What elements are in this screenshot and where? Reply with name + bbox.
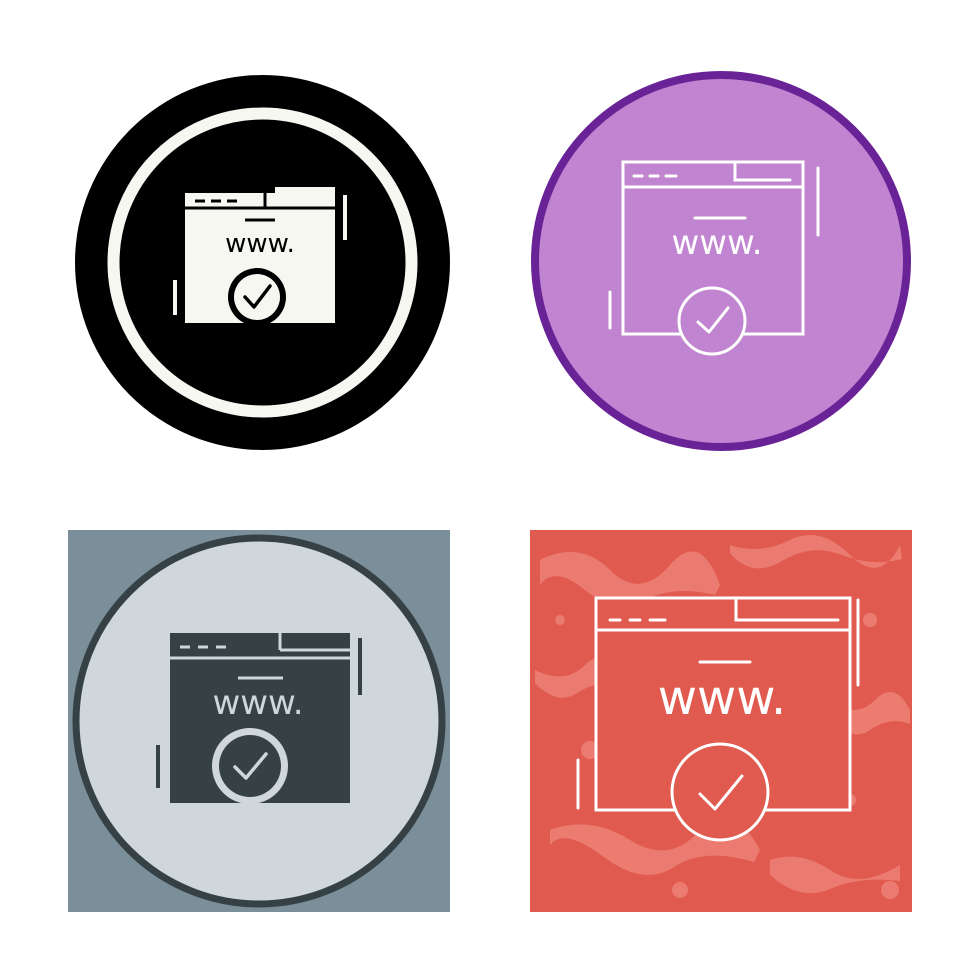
icon-variant-gray-square: www. [68,530,450,912]
www-text: www. [671,223,762,263]
verified-website-icon: www. [68,530,450,912]
www-text: www. [212,683,303,723]
www-text: www. [658,670,787,726]
icon-variant-red-square: www. [530,530,912,912]
www-text: www. [225,229,295,259]
icon-variant-purple-circle: www. [530,70,912,452]
verified-website-icon: www. [531,71,911,451]
verified-website-icon: www. [530,530,912,912]
icon-variant-black-circle: www. [75,75,450,450]
verified-website-icon: www. [75,75,450,450]
